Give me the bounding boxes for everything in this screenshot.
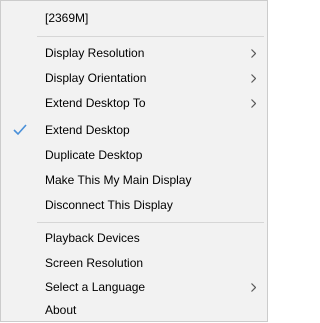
menu-header-display-name: [2369M] — [1, 6, 267, 31]
menu-item-label: Extend Desktop — [45, 123, 130, 137]
menu-item-label: Make This My Main Display — [45, 173, 192, 187]
menu-separator — [37, 222, 264, 223]
menu-item-screen-resolution[interactable]: Screen Resolution — [1, 251, 267, 276]
menu-item-label: Display Resolution — [45, 46, 145, 60]
menu-item-playback-devices[interactable]: Playback Devices — [1, 226, 267, 251]
menu-item-make-main-display[interactable]: Make This My Main Display — [1, 168, 267, 193]
menu-item-about[interactable]: About — [1, 298, 267, 323]
menu-item-label: Display Orientation — [45, 71, 147, 85]
menu-item-label: Extend Desktop To — [45, 96, 146, 110]
menu-header-label: [2369M] — [45, 11, 89, 25]
menu-item-label: Screen Resolution — [45, 256, 144, 270]
menu-item-display-orientation[interactable]: Display Orientation — [1, 66, 267, 91]
menu-item-label: Duplicate Desktop — [45, 148, 143, 162]
menu-separator — [37, 36, 264, 37]
menu-item-label: Disconnect This Display — [45, 198, 173, 212]
menu-item-disconnect-display[interactable]: Disconnect This Display — [1, 193, 267, 218]
menu-item-duplicate-desktop[interactable]: Duplicate Desktop — [1, 143, 267, 168]
menu-item-label: About — [45, 303, 77, 317]
menu-item-label: Playback Devices — [45, 231, 140, 245]
menu-item-extend-desktop[interactable]: Extend Desktop — [1, 118, 267, 143]
chevron-right-icon — [251, 283, 256, 292]
checkmark-icon — [13, 124, 27, 136]
chevron-right-icon — [251, 49, 256, 58]
chevron-right-icon — [251, 74, 256, 83]
chevron-right-icon — [251, 99, 256, 108]
menu-item-select-language[interactable]: Select a Language — [1, 275, 267, 300]
menu-item-label: Select a Language — [45, 280, 146, 294]
menu-item-extend-desktop-to[interactable]: Extend Desktop To — [1, 91, 267, 116]
menu-item-display-resolution[interactable]: Display Resolution — [1, 41, 267, 66]
context-menu: [2369M] Display Resolution Display Orien… — [0, 0, 268, 322]
